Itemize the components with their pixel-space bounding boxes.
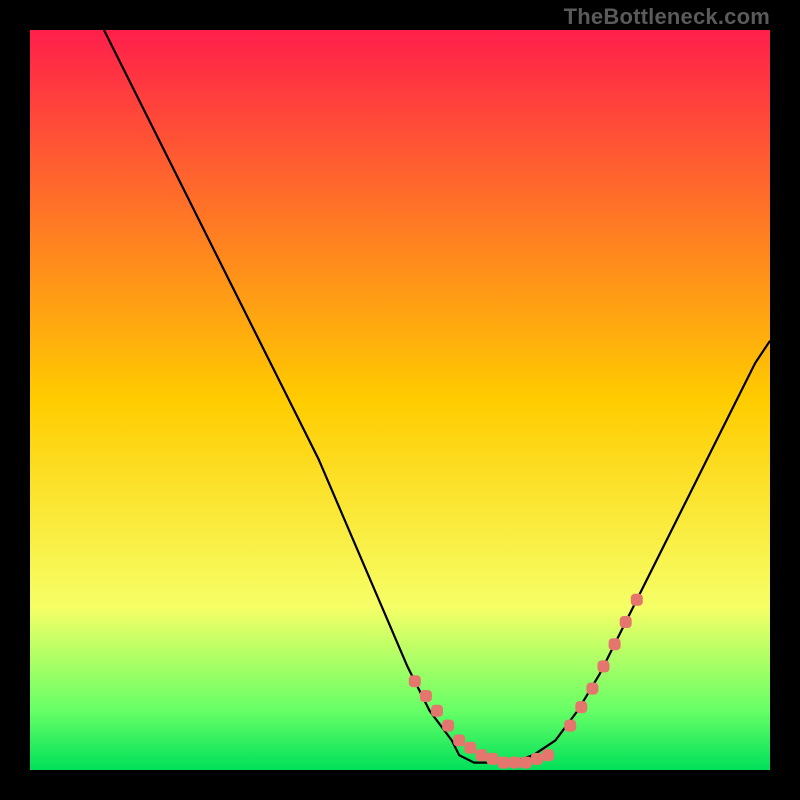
gradient-background bbox=[30, 30, 770, 770]
marker-point bbox=[609, 638, 621, 650]
marker-point bbox=[498, 757, 510, 769]
bottleneck-chart bbox=[30, 30, 770, 770]
marker-point bbox=[542, 749, 554, 761]
marker-point bbox=[586, 683, 598, 695]
marker-point bbox=[442, 720, 454, 732]
marker-point bbox=[631, 594, 643, 606]
marker-point bbox=[598, 660, 610, 672]
marker-point bbox=[409, 675, 421, 687]
marker-point bbox=[475, 749, 487, 761]
marker-point bbox=[420, 690, 432, 702]
marker-point bbox=[509, 757, 521, 769]
marker-point bbox=[464, 742, 476, 754]
marker-point bbox=[431, 705, 443, 717]
marker-point bbox=[487, 753, 499, 765]
marker-point bbox=[453, 734, 465, 746]
chart-frame: TheBottleneck.com bbox=[0, 0, 800, 800]
marker-point bbox=[575, 701, 587, 713]
marker-point bbox=[620, 616, 632, 628]
plot-area bbox=[30, 30, 770, 770]
marker-point bbox=[520, 757, 532, 769]
marker-point bbox=[564, 720, 576, 732]
marker-point bbox=[531, 753, 543, 765]
watermark-text: TheBottleneck.com bbox=[564, 4, 770, 30]
